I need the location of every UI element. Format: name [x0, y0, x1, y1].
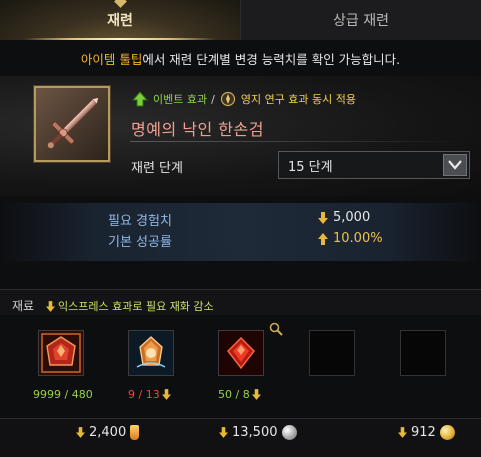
down-arrow-icon [76, 427, 85, 438]
shard-icon [130, 425, 140, 440]
bonus-effects-line: 이벤트 효과 / 영지 연구 효과 동시 적용 [131, 91, 356, 107]
item-name: 명예의 낙인 한손검 [131, 120, 264, 139]
down-arrow-icon [161, 389, 171, 400]
stage-label: 재련 단계 [131, 161, 183, 176]
event-up-arrow-icon [131, 91, 149, 107]
crystal-stone-icon [129, 331, 173, 375]
success-rate-value: 10.00% [333, 231, 383, 246]
material-count-3-text: 50 / 8 [218, 388, 250, 401]
material-count-1: 9999 / 480 [33, 388, 93, 401]
silver-cost: 13,500 [219, 425, 297, 440]
down-arrow-icon [318, 211, 328, 224]
sword-icon [36, 88, 108, 160]
shard-cost: 2,400 [76, 425, 140, 440]
tab-bar: 재련 상급 재련 [0, 0, 481, 40]
item-tooltip-link: 아이템 툴팁 [80, 52, 143, 67]
stage-dropdown[interactable]: 15 단계 [278, 151, 470, 179]
tab-advanced-refine-label: 상급 재련 [333, 13, 389, 29]
red-stone-icon [39, 331, 83, 375]
exp-label: 필요 경험치 [108, 214, 172, 229]
item-icon-frame[interactable] [34, 86, 110, 162]
magnifier-icon[interactable] [269, 322, 283, 336]
territory-effect-label: 영지 연구 효과 동시 적용 [240, 93, 357, 106]
material-count-3: 50 / 8 [218, 388, 261, 401]
notice-rest: 에서 재련 단계별 변경 능력치를 확인 가능합니다. [142, 52, 401, 67]
down-arrow-icon [398, 427, 407, 438]
material-count-2-text: 9 / 13 [128, 388, 160, 401]
silver-coin-icon [281, 425, 297, 440]
down-arrow-icon [46, 300, 55, 312]
material-count-2: 9 / 13 [128, 388, 171, 401]
chevron-down-icon[interactable] [443, 154, 467, 176]
gold-coin-icon [439, 425, 455, 440]
effect-separator: / [211, 92, 215, 106]
gold-cost: 912 [398, 425, 455, 440]
tab-advanced-refine[interactable]: 상급 재련 [240, 0, 481, 40]
tab-refine-label: 재련 [107, 13, 133, 29]
notice-text: 아이템 툴팁에서 재련 단계별 변경 능력치를 확인 가능합니다. [0, 49, 481, 68]
tab-refine[interactable]: 재련 [0, 0, 240, 40]
express-note: 익스프레스 효과로 필요 재화 감소 [46, 298, 214, 314]
stage-selected-value: 15 단계 [288, 159, 333, 175]
success-rate-row: 10.00% [318, 231, 383, 246]
success-rate-label: 기본 성공률 [108, 235, 172, 250]
silver-cost-value: 13,500 [232, 425, 278, 440]
event-effect-label: 이벤트 효과 [153, 93, 208, 106]
exp-value: 5,000 [333, 210, 371, 225]
shard-cost-value: 2,400 [89, 425, 127, 440]
materials-title: 재료 [12, 299, 35, 313]
item-name-divider [130, 141, 470, 142]
up-arrow-icon [318, 232, 328, 245]
material-count-1-text: 9999 / 480 [33, 388, 93, 401]
material-slot-1[interactable] [38, 330, 84, 376]
material-slot-3[interactable] [218, 330, 264, 376]
material-slot-5-empty [400, 330, 446, 376]
fire-gem-icon [219, 331, 263, 375]
tab-notch-decoration [114, 0, 127, 8]
express-note-text: 익스프레스 효과로 필요 재화 감소 [58, 300, 214, 313]
territory-emblem-icon [220, 91, 235, 107]
stats-panel [0, 203, 481, 261]
gold-cost-value: 912 [411, 425, 436, 440]
material-slot-4-empty [309, 330, 355, 376]
down-arrow-icon [219, 427, 228, 438]
material-slot-2[interactable] [128, 330, 174, 376]
exp-value-row: 5,000 [318, 210, 370, 225]
down-arrow-icon [251, 389, 261, 400]
